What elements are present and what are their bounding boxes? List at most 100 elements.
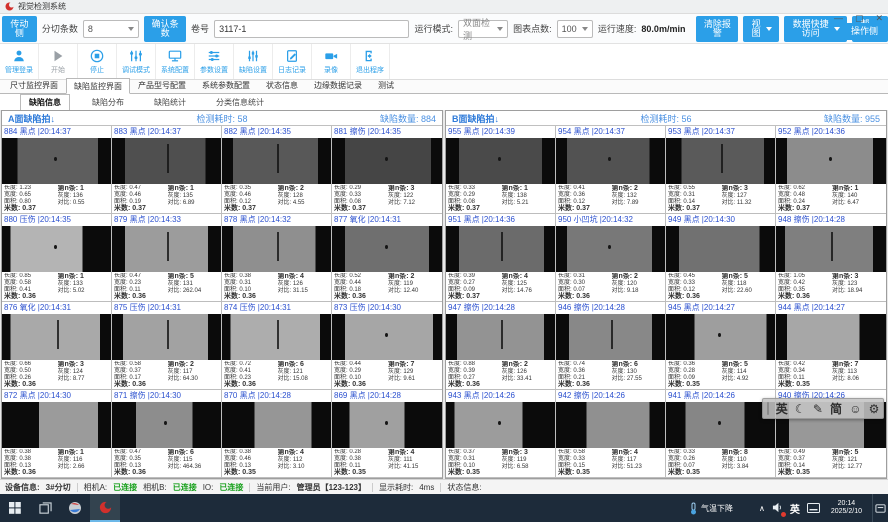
defect-image[interactable] [2, 138, 111, 184]
defect-cell[interactable]: 954 黑点 |20:14:37 长度: 0.41宽度: 0.36面积: 0.1… [556, 126, 666, 214]
defect-image[interactable] [666, 226, 775, 272]
defect-cell[interactable]: 878 黑点 |20:14:32 长度: 0.38宽度: 0.31面积: 0.1… [222, 214, 332, 302]
drive-side-button[interactable]: 传动侧 [2, 16, 37, 42]
defect-cell[interactable]: 942 擦伤 |20:14:26 长度: 0.58宽度: 0.33面积: 0.1… [556, 390, 666, 478]
taskbar-clock[interactable]: 20:14 2025/2/10 [831, 500, 862, 516]
defect-image[interactable] [222, 314, 331, 360]
defect-image[interactable] [446, 138, 555, 184]
defect-image[interactable] [556, 402, 665, 448]
exit-program-button[interactable]: 退出程序 [351, 44, 390, 79]
defect-image[interactable] [556, 314, 665, 360]
defect-settings-button[interactable]: 缺陷设置 [234, 44, 273, 79]
defect-image[interactable] [222, 226, 331, 272]
start-button[interactable]: 开始 [39, 44, 78, 79]
tab-main-5[interactable]: 边缘数据记录 [306, 77, 370, 93]
defect-image[interactable] [112, 402, 221, 448]
defect-cell[interactable]: 883 黑点 |20:14:37 长度: 0.47宽度: 0.46面积: 0.1… [112, 126, 222, 214]
ime-emoji-icon[interactable]: ☺ [849, 403, 861, 415]
defect-image[interactable] [112, 226, 221, 272]
ime-settings-icon[interactable]: ⚙ [869, 403, 880, 415]
defect-cell[interactable]: 876 氧化 |20:14:31 长度: 0.66宽度: 0.50面积: 0.2… [2, 302, 112, 390]
defect-cell[interactable]: 945 黑点 |20:14:27 长度: 0.36宽度: 0.28面积: 0.0… [666, 302, 776, 390]
run-mode-select[interactable]: 双面检测 [458, 20, 508, 38]
defect-cell[interactable]: 948 擦伤 |20:14:28 长度: 1.05宽度: 0.42面积: 0.3… [776, 214, 886, 302]
tab-main-6[interactable]: 测试 [370, 77, 402, 93]
defect-image[interactable] [666, 138, 775, 184]
confirm-count-button[interactable]: 确认条数 [144, 16, 186, 42]
volume-button[interactable] [772, 502, 783, 515]
defect-image[interactable] [556, 138, 665, 184]
ime-mode-indicator[interactable]: 英 [790, 501, 800, 516]
defect-cell[interactable]: 881 擦伤 |20:14:35 长度: 0.29宽度: 0.33面积: 0.0… [332, 126, 442, 214]
defect-image[interactable] [332, 138, 442, 184]
task-view-button[interactable] [30, 494, 60, 522]
taskbar-app-button[interactable] [60, 494, 90, 522]
tab-main-1[interactable]: 缺陷监控界面 [66, 78, 130, 94]
defect-image[interactable] [776, 138, 886, 184]
ime-pen-icon[interactable]: ✎ [813, 403, 823, 415]
defect-cell[interactable]: 949 黑点 |20:14:30 长度: 0.45宽度: 0.33面积: 0.1… [666, 214, 776, 302]
admin-login-button[interactable]: 管理登录 [0, 44, 39, 79]
split-count-select[interactable]: 8 [83, 20, 139, 38]
taskbar-weather-widget[interactable]: 气温下降 [689, 502, 733, 515]
record-video-button[interactable]: 录像 [312, 44, 351, 79]
chart-points-select[interactable]: 100 [557, 20, 593, 38]
tray-overflow-button[interactable]: ∧ [759, 504, 765, 513]
defect-cell[interactable]: 882 黑点 |20:14:35 长度: 0.35宽度: 0.46面积: 0.1… [222, 126, 332, 214]
defect-cell[interactable]: 943 黑点 |20:14:26 长度: 0.37宽度: 0.31面积: 0.1… [446, 390, 556, 478]
defect-cell[interactable]: 951 黑点 |20:14:36 长度: 0.39宽度: 0.27面积: 0.0… [446, 214, 556, 302]
operator-side-button[interactable]: 操作侧 [844, 23, 885, 40]
defect-cell[interactable]: 875 压伤 |20:14:31 长度: 0.58宽度: 0.37面积: 0.1… [112, 302, 222, 390]
defect-image[interactable] [666, 402, 775, 448]
ime-grip-handle[interactable] [767, 402, 769, 415]
defect-cell[interactable]: 950 小凹坑 |20:14:32 长度: 0.31宽度: 0.30面积: 0.… [556, 214, 666, 302]
stop-button[interactable]: 停止 [78, 44, 117, 79]
defect-image[interactable] [332, 402, 442, 448]
param-settings-button[interactable]: 参数设置 [195, 44, 234, 79]
defect-image[interactable] [2, 314, 111, 360]
defect-cell[interactable]: 955 黑点 |20:14:39 长度: 0.33宽度: 0.29面积: 0.0… [446, 126, 556, 214]
defect-image[interactable] [332, 314, 442, 360]
panel-a-title[interactable]: A面缺陷拍↓ [8, 112, 151, 125]
log-record-button[interactable]: 日志记录 [273, 44, 312, 79]
defect-image[interactable] [556, 226, 665, 272]
minimize-button[interactable]: — [834, 13, 843, 24]
defect-cell[interactable]: 869 黑点 |20:14:28 长度: 0.28宽度: 0.38面积: 0.1… [332, 390, 442, 478]
clear-alarm-button[interactable]: 清除报警 [696, 16, 738, 42]
defect-cell[interactable]: 946 擦伤 |20:14:28 长度: 0.74宽度: 0.36面积: 0.2… [556, 302, 666, 390]
defect-image[interactable] [446, 402, 555, 448]
defect-cell[interactable]: 953 黑点 |20:14:37 长度: 0.55宽度: 0.31面积: 0.1… [666, 126, 776, 214]
start-button[interactable] [0, 494, 30, 522]
ime-lang-en[interactable]: 英 [776, 403, 788, 415]
touch-keyboard-icon[interactable] [807, 503, 820, 513]
defect-image[interactable] [112, 138, 221, 184]
defect-cell[interactable]: 879 黑点 |20:14:33 长度: 0.47宽度: 0.23面积: 0.1… [112, 214, 222, 302]
defect-image[interactable] [2, 226, 111, 272]
defect-cell[interactable]: 880 压伤 |20:14:35 长度: 0.85宽度: 0.58面积: 0.4… [2, 214, 112, 302]
defect-cell[interactable]: 873 压伤 |20:14:30 长度: 0.44宽度: 0.29面积: 0.1… [332, 302, 442, 390]
defect-cell[interactable]: 952 黑点 |20:14:36 长度: 0.62宽度: 0.48面积: 0.2… [776, 126, 886, 214]
tab-main-4[interactable]: 状态信息 [258, 77, 306, 93]
defect-image[interactable] [2, 402, 111, 448]
action-center-button[interactable] [872, 494, 888, 522]
defect-cell[interactable]: 874 压伤 |20:14:31 长度: 0.72宽度: 0.41面积: 0.2… [222, 302, 332, 390]
debug-mode-button[interactable]: 调试模式 [117, 44, 156, 79]
defect-image[interactable] [446, 226, 555, 272]
tab-sub-2[interactable]: 缺陷统计 [146, 95, 194, 110]
ime-simplified-label[interactable]: 简 [830, 403, 842, 415]
tab-sub-0[interactable]: 缺陷信息 [20, 94, 70, 111]
tab-sub-3[interactable]: 分类信息统计 [208, 95, 272, 110]
defect-cell[interactable]: 872 黑点 |20:14:30 长度: 0.38宽度: 0.38面积: 0.1… [2, 390, 112, 478]
tab-main-2[interactable]: 产品型号配置 [130, 77, 194, 93]
defect-image[interactable] [446, 314, 555, 360]
view-menu-button[interactable]: 视图 [743, 16, 779, 42]
tab-sub-1[interactable]: 缺陷分布 [84, 95, 132, 110]
defect-image[interactable] [222, 402, 331, 448]
system-config-button[interactable]: 系统配置 [156, 44, 195, 79]
defect-cell[interactable]: 941 黑点 |20:14:26 长度: 0.33宽度: 0.26面积: 0.0… [666, 390, 776, 478]
defect-image[interactable] [776, 226, 886, 272]
defect-image[interactable] [332, 226, 442, 272]
tab-main-3[interactable]: 系统参数配置 [194, 77, 258, 93]
panel-b-title[interactable]: B面缺陷拍↓ [452, 112, 595, 125]
defect-image[interactable] [666, 314, 775, 360]
